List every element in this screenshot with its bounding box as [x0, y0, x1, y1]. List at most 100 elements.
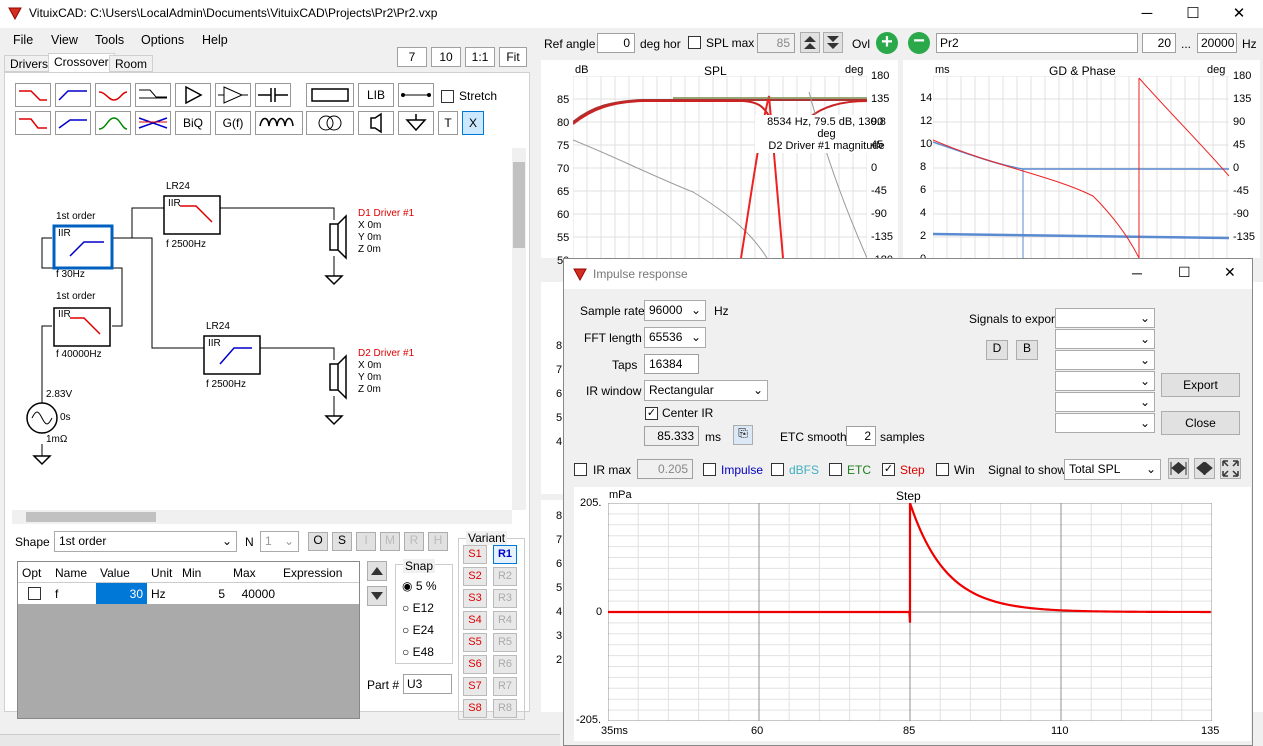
close-button[interactable]: Close — [1161, 411, 1240, 435]
export-signal-select[interactable]: ⌄ — [1055, 413, 1155, 433]
snap-e12-radio[interactable]: ○ E12 — [402, 601, 434, 615]
add-overlay-icon[interactable]: + — [876, 32, 898, 54]
maximize-button[interactable]: ☐ — [1170, 0, 1216, 28]
zoom-a-button[interactable]: 7 — [397, 47, 427, 67]
speaker-button[interactable] — [358, 111, 394, 135]
variant-s3-button[interactable]: S3 — [463, 589, 487, 608]
menu-tools[interactable]: Tools — [95, 33, 124, 47]
remove-overlay-icon[interactable]: − — [908, 31, 930, 54]
spl-down-button[interactable] — [823, 32, 843, 53]
zoom-b-button[interactable]: 10 — [431, 47, 461, 67]
dbfs-checkbox[interactable] — [771, 462, 784, 477]
bandpass-button[interactable] — [95, 111, 131, 135]
allpass-button[interactable] — [95, 83, 131, 107]
resistor-button[interactable] — [306, 83, 354, 107]
gd-phase-chart[interactable]: ms GD & Phase deg 1412108642018013590450… — [903, 60, 1260, 265]
shape-select[interactable]: 1st order ⌄ — [54, 531, 237, 552]
close-window-button[interactable]: ✕ — [1216, 0, 1262, 28]
stretch-checkbox[interactable] — [441, 89, 454, 104]
snap-e24-radio[interactable]: ○ E24 — [402, 623, 434, 637]
export-button[interactable]: Export — [1161, 373, 1240, 397]
part-input[interactable]: U3 — [403, 674, 452, 694]
ir-max-input[interactable]: 0.205 — [637, 459, 693, 479]
highpass2-button[interactable] — [55, 111, 91, 135]
variant-s8-button[interactable]: S8 — [463, 699, 487, 718]
schematic-canvas[interactable]: LR24 IIR f 2500Hz 1st order IIR f 30Hz 1… — [12, 148, 512, 510]
s-button[interactable]: S — [332, 532, 352, 551]
ir-max-checkbox[interactable] — [574, 462, 587, 477]
delete-button[interactable]: X — [462, 111, 484, 135]
opamp-button[interactable] — [215, 83, 251, 107]
dialog-maximize-button[interactable]: ☐ — [1178, 264, 1191, 281]
sample-rate-select[interactable]: 96000 ⌄ — [644, 300, 706, 321]
taps-input[interactable]: 16384 — [644, 354, 699, 374]
step-checkbox[interactable]: ✓ — [882, 462, 895, 477]
zoom-1to1-button[interactable]: 1:1 — [465, 47, 495, 67]
m-button[interactable]: M — [380, 532, 400, 551]
h-button[interactable]: H — [428, 532, 448, 551]
variant-r2-button[interactable]: R2 — [493, 567, 517, 586]
export-signal-select[interactable]: ⌄ — [1055, 329, 1155, 349]
shelf-button[interactable] — [135, 83, 171, 107]
ground-button[interactable] — [398, 111, 434, 135]
schematic-hscroll[interactable] — [12, 510, 512, 524]
tab-crossover[interactable]: Crossover — [48, 53, 115, 73]
move-up-button[interactable] — [367, 561, 387, 581]
o-button[interactable]: O — [308, 532, 328, 551]
win-checkbox[interactable] — [936, 462, 949, 477]
library-button[interactable]: LIB — [358, 83, 394, 107]
zoom-out-x-icon[interactable] — [1194, 458, 1215, 479]
freq-min-input[interactable]: 20 — [1142, 33, 1176, 53]
lowpass2-button[interactable] — [15, 111, 51, 135]
variant-r3-button[interactable]: R3 — [493, 589, 517, 608]
dialog-close-icon[interactable]: ✕ — [1224, 264, 1236, 281]
highpass-button[interactable] — [55, 83, 91, 107]
export-signal-select[interactable]: ⌄ — [1055, 392, 1155, 412]
n-select[interactable]: 1 ⌄ — [260, 531, 299, 552]
spl-max-input[interactable]: 85 — [757, 33, 795, 53]
etc-checkbox[interactable] — [829, 462, 842, 477]
fft-length-select[interactable]: 65536 ⌄ — [644, 327, 706, 348]
menu-options[interactable]: Options — [141, 33, 184, 47]
d-button[interactable]: D — [986, 340, 1008, 360]
r-button[interactable]: R — [404, 532, 424, 551]
b-button[interactable]: B — [1016, 340, 1038, 360]
param-min[interactable]: 5 — [178, 583, 229, 604]
move-down-button[interactable] — [367, 586, 387, 606]
export-signal-select[interactable]: ⌄ — [1055, 371, 1155, 391]
param-max[interactable]: 40000 — [229, 583, 279, 604]
tab-room[interactable]: Room — [109, 55, 154, 72]
biquad-button[interactable]: BiQ — [175, 111, 211, 135]
variant-r7-button[interactable]: R7 — [493, 677, 517, 696]
menu-help[interactable]: Help — [202, 33, 228, 47]
freq-max-input[interactable]: 20000 — [1197, 33, 1237, 53]
variant-s5-button[interactable]: S5 — [463, 633, 487, 652]
param-value[interactable]: 30 — [96, 583, 147, 604]
variant-r4-button[interactable]: R4 — [493, 611, 517, 630]
impulse-checkbox[interactable] — [703, 462, 716, 477]
fullscreen-icon[interactable] — [1220, 458, 1241, 479]
ms-input[interactable]: 85.333 — [644, 426, 699, 446]
signal-show-select[interactable]: Total SPL ⌄ — [1064, 459, 1161, 480]
table-row[interactable]: f 30 Hz 5 40000 — [18, 583, 359, 604]
spl-max-checkbox[interactable] — [688, 35, 701, 50]
snap-e48-radio[interactable]: ○ E48 — [402, 645, 434, 659]
wire-button[interactable] — [398, 83, 434, 107]
menu-file[interactable]: File — [13, 33, 33, 47]
param-expression[interactable] — [279, 583, 359, 604]
i-button[interactable]: I — [356, 532, 376, 551]
zoom-in-x-icon[interactable] — [1168, 458, 1189, 479]
variant-r1-button[interactable]: R1 — [493, 545, 517, 564]
minimize-button[interactable]: ─ — [1124, 0, 1170, 28]
tab-drivers[interactable]: Drivers — [4, 55, 54, 72]
variant-s7-button[interactable]: S7 — [463, 677, 487, 696]
variant-s2-button[interactable]: S2 — [463, 567, 487, 586]
notch-button[interactable] — [135, 111, 171, 135]
buffer-button[interactable] — [175, 83, 211, 107]
export-signal-select[interactable]: ⌄ — [1055, 308, 1155, 328]
etc-smooth-input[interactable]: 2 — [846, 426, 876, 446]
opt-checkbox[interactable] — [18, 583, 51, 604]
text-button[interactable]: T — [438, 111, 458, 135]
export-signal-select[interactable]: ⌄ — [1055, 350, 1155, 370]
center-ir-checkbox[interactable]: ✓ — [645, 406, 658, 421]
